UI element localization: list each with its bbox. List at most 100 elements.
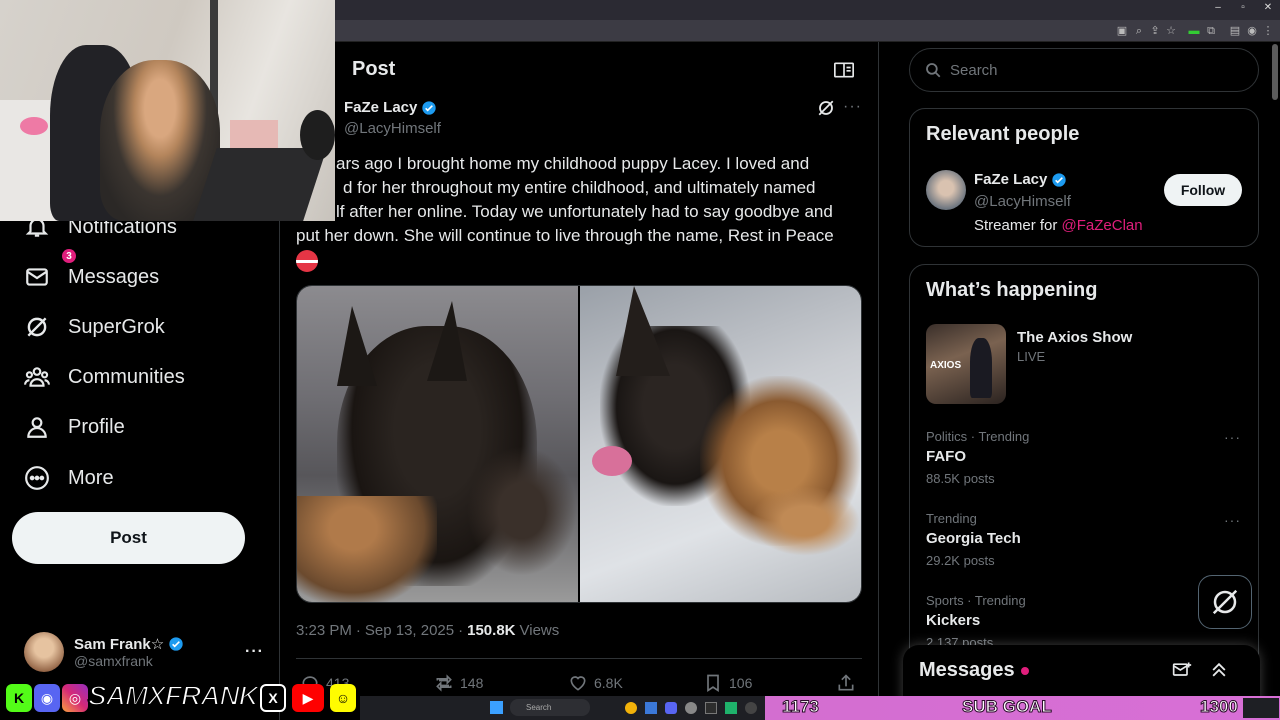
bookmark-star-icon[interactable]: ☆ xyxy=(1164,24,1178,38)
post-metadata: 3:23 PM · Sep 13, 2025 · 150.8K Views xyxy=(296,622,559,639)
relevant-person-bio: Streamer for @FaZeClan xyxy=(974,217,1143,234)
extension-green-icon[interactable]: ▬ xyxy=(1187,24,1201,38)
heart-icon xyxy=(570,676,586,691)
chevron-up-icon[interactable] xyxy=(1209,660,1229,680)
grok-explain-icon[interactable] xyxy=(817,99,835,117)
search-box[interactable] xyxy=(909,48,1259,92)
account-more-icon[interactable]: ··· xyxy=(245,643,264,661)
trend-name[interactable]: Georgia Tech xyxy=(926,530,1021,547)
share-icon xyxy=(838,674,854,691)
sidebar-item-messages[interactable]: 3 Messages xyxy=(24,249,159,297)
live-status: LIVE xyxy=(1017,349,1046,364)
post-text-line: lf after her online. Today we unfortunat… xyxy=(336,202,833,221)
account-switcher[interactable]: Sam Frank☆ @samxfrank ··· xyxy=(24,630,264,674)
author-handle[interactable]: @LacyHimself xyxy=(344,120,441,137)
search-input[interactable] xyxy=(950,61,1230,79)
bookmark-button[interactable]: 106 xyxy=(703,673,752,693)
zoom-icon[interactable]: ⌕ xyxy=(1132,24,1146,38)
share-button[interactable] xyxy=(836,673,856,693)
relevant-person-handle[interactable]: @LacyHimself xyxy=(974,193,1071,210)
instagram-icon: ◎ xyxy=(62,684,88,712)
post-button[interactable]: Post xyxy=(12,512,245,564)
live-show-title[interactable]: The Axios Show xyxy=(1017,329,1132,346)
settings-icon[interactable] xyxy=(685,702,697,714)
kick-icon: K xyxy=(6,684,32,712)
x-logo-icon: X xyxy=(260,684,286,712)
messages-drawer-title[interactable]: Messages xyxy=(919,659,1029,682)
trend-category: Trending xyxy=(926,511,977,526)
minimize-icon[interactable]: – xyxy=(1210,2,1226,13)
sidepanel-icon[interactable]: ▤ xyxy=(1228,24,1242,38)
sub-goal-target: 1300 xyxy=(1200,697,1239,717)
snapchat-icon: ☺ xyxy=(330,684,356,712)
sidebar-item-more[interactable]: More xyxy=(24,458,114,498)
grok-floating-button[interactable] xyxy=(1198,575,1252,629)
post-more-icon[interactable]: ··· xyxy=(843,98,862,116)
browser-toolbar: ▣ ⌕ ⇪ ☆ ▬ ⧉ ▤ ◉ ⋮ xyxy=(335,20,1280,42)
account-name: Sam Frank☆ xyxy=(74,636,165,653)
post-time[interactable]: 3:23 PM xyxy=(296,622,352,639)
envelope-icon xyxy=(26,268,48,286)
sub-goal-label: SUB GOAL xyxy=(962,697,1053,717)
repost-button[interactable]: 148 xyxy=(434,673,483,693)
like-count: 6.8K xyxy=(594,675,623,691)
post-text-line: put her down. She will continue to live … xyxy=(296,226,834,245)
extensions-icon[interactable]: ⧉ xyxy=(1204,24,1218,38)
like-button[interactable]: 6.8K xyxy=(568,673,623,693)
people-icon xyxy=(24,367,50,387)
app-icon[interactable] xyxy=(725,702,737,714)
app-icon[interactable] xyxy=(645,702,657,714)
menu-icon[interactable]: ⋮ xyxy=(1261,24,1275,38)
avatar[interactable] xyxy=(926,170,966,210)
whats-happening-title: What’s happening xyxy=(926,279,1098,301)
sidebar-item-communities[interactable]: Communities xyxy=(24,357,185,397)
sub-goal-current: 1173 xyxy=(782,697,820,717)
author-name[interactable]: FaZe Lacy xyxy=(344,99,417,116)
bio-link[interactable]: @FaZeClan xyxy=(1062,217,1143,234)
sidebar-item-supergrok[interactable]: SuperGrok xyxy=(24,307,165,347)
post-media[interactable] xyxy=(296,285,862,603)
relevant-people-title: Relevant people xyxy=(926,123,1080,145)
post-date[interactable]: Sep 13, 2025 xyxy=(365,622,454,639)
dog-photo-1[interactable] xyxy=(297,286,578,602)
relevant-person-name[interactable]: FaZe Lacy xyxy=(974,171,1047,188)
extension-icon[interactable]: ▣ xyxy=(1115,24,1129,38)
follow-button[interactable]: Follow xyxy=(1164,174,1242,206)
trend-category: Sports · Trending xyxy=(926,593,1026,608)
chrome-icon[interactable] xyxy=(625,702,637,714)
verified-badge-icon xyxy=(169,637,183,651)
discord-taskbar-icon[interactable] xyxy=(665,702,677,714)
dog-photo-2[interactable] xyxy=(580,286,861,602)
live-show-thumbnail[interactable]: AXIOS xyxy=(926,324,1006,404)
account-name-row: Sam Frank☆ xyxy=(74,635,184,653)
trend-name[interactable]: Kickers xyxy=(926,612,980,629)
post-text-line: d for her throughout my entire childhood… xyxy=(343,178,816,197)
taskbar-search[interactable]: Search xyxy=(510,699,590,716)
grok-icon xyxy=(27,317,47,337)
streamer-name: SAMXFRANK xyxy=(87,679,260,712)
repost-icon xyxy=(436,674,452,692)
trend-name[interactable]: FAFO xyxy=(926,448,966,465)
trend-count: 88.5K posts xyxy=(926,471,995,486)
system-clock xyxy=(1243,698,1279,718)
trend-more-icon[interactable]: ··· xyxy=(1224,512,1241,528)
new-message-icon[interactable] xyxy=(1172,660,1192,680)
separator: · xyxy=(355,622,361,639)
messages-badge: 3 xyxy=(62,249,76,263)
discord-icon: ◉ xyxy=(34,684,60,712)
app-icon[interactable] xyxy=(705,702,717,714)
author-name-row[interactable]: FaZe Lacy xyxy=(344,99,437,116)
relevant-person-name-row[interactable]: FaZe Lacy xyxy=(974,171,1067,188)
share-icon[interactable]: ⇪ xyxy=(1148,24,1162,38)
sidebar-item-profile[interactable]: Profile xyxy=(24,407,125,447)
maximize-icon[interactable]: ▫ xyxy=(1235,2,1251,13)
trend-more-icon[interactable]: ··· xyxy=(1224,429,1241,445)
scrollbar-thumb[interactable] xyxy=(1272,44,1278,100)
bookmark-icon xyxy=(707,674,719,693)
reader-mode-icon[interactable] xyxy=(834,61,854,79)
obs-icon[interactable] xyxy=(745,702,757,714)
close-icon[interactable]: ✕ xyxy=(1260,2,1276,13)
profile-icon[interactable]: ◉ xyxy=(1245,24,1259,38)
windows-start-icon[interactable] xyxy=(490,701,503,714)
repost-count: 148 xyxy=(460,675,484,691)
